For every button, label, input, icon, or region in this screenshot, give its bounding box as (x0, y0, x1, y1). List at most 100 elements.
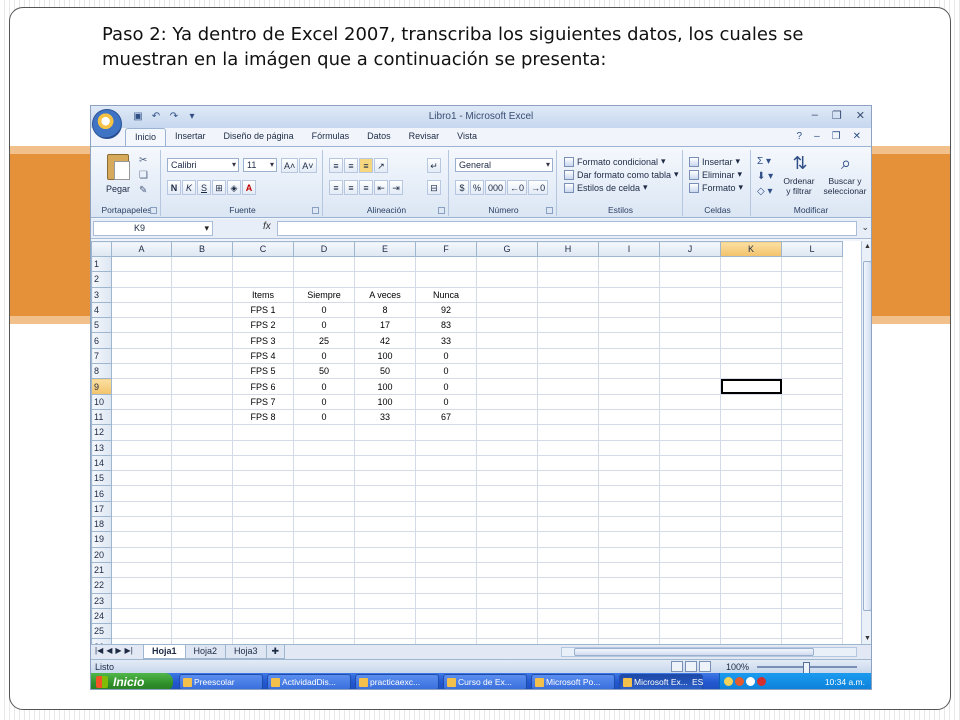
first-sheet-icon[interactable]: |◀ (95, 646, 103, 655)
cell-l21[interactable] (781, 561, 843, 579)
cell-g5[interactable] (476, 317, 538, 334)
cell-d19[interactable] (293, 531, 355, 548)
cell-d5[interactable]: 0 (293, 317, 355, 334)
cell-c12[interactable] (232, 424, 294, 441)
cell-f13[interactable] (415, 439, 477, 456)
taskbar-item[interactable]: Curso de Ex... (443, 674, 527, 689)
cell-a21[interactable] (111, 561, 172, 579)
cell-e9[interactable]: 100 (354, 378, 416, 395)
tray-app-icon[interactable] (724, 677, 733, 686)
cell-h15[interactable] (537, 470, 599, 487)
cell-e18[interactable] (354, 516, 416, 533)
tab-diseno-pagina[interactable]: Diseño de página (215, 128, 303, 146)
cell-h16[interactable] (537, 485, 599, 502)
taskbar-item[interactable]: Preescolar (179, 674, 263, 689)
row-header[interactable]: 23 (91, 592, 112, 609)
cell-i7[interactable] (598, 347, 660, 365)
cell-j24[interactable] (659, 607, 721, 625)
cell-c9[interactable]: FPS 6 (232, 378, 294, 395)
column-header-d[interactable]: D (293, 241, 355, 257)
cell-f24[interactable] (415, 607, 477, 625)
row-header[interactable]: 10 (91, 393, 112, 410)
font-launcher-icon[interactable] (312, 207, 319, 214)
column-header-a[interactable]: A (111, 241, 172, 257)
delete-cells-button[interactable]: Eliminar ▾ (689, 169, 743, 180)
cell-k1[interactable] (720, 255, 782, 273)
sheet-tab-hoja2[interactable]: Hoja2 (184, 645, 227, 659)
cell-j14[interactable] (659, 454, 721, 472)
cell-e14[interactable] (354, 454, 416, 472)
expand-formula-bar-icon[interactable]: ⌄ (861, 222, 869, 233)
restore-icon[interactable]: ❐ (832, 109, 842, 122)
cell-a24[interactable] (111, 607, 172, 625)
cell-b7[interactable] (171, 347, 233, 365)
cell-c15[interactable] (232, 470, 294, 487)
column-header-h[interactable]: H (537, 241, 599, 257)
cell-f2[interactable] (415, 271, 477, 288)
cell-l24[interactable] (781, 607, 843, 625)
cell-g16[interactable] (476, 485, 538, 502)
cell-b19[interactable] (171, 531, 233, 548)
sheet-tab-hoja3[interactable]: Hoja3 (225, 645, 267, 659)
cell-e8[interactable]: 50 (354, 363, 416, 380)
cell-a7[interactable] (111, 347, 172, 365)
align-left-icon[interactable]: ≡ (329, 180, 343, 195)
cell-b22[interactable] (171, 577, 233, 594)
cell-j23[interactable] (659, 592, 721, 609)
cell-h3[interactable] (537, 286, 599, 303)
cell-b3[interactable] (171, 286, 233, 303)
cell-h20[interactable] (537, 546, 599, 563)
cell-k19[interactable] (720, 531, 782, 548)
last-sheet-icon[interactable]: ▶| (125, 646, 133, 655)
cell-d12[interactable] (293, 424, 355, 441)
cell-l20[interactable] (781, 546, 843, 563)
minimize-icon[interactable]: – (812, 109, 818, 122)
cell-d24[interactable] (293, 607, 355, 625)
row-header[interactable]: 2 (91, 271, 112, 288)
alignment-launcher-icon[interactable] (438, 207, 445, 214)
row-header[interactable]: 18 (91, 516, 112, 533)
start-button[interactable]: Inicio (91, 673, 173, 689)
sheet-tab-hoja1[interactable]: Hoja1 (143, 645, 186, 659)
cell-a18[interactable] (111, 516, 172, 533)
cut-icon[interactable]: ✂ (139, 155, 148, 166)
increase-indent-icon[interactable]: ⇥ (389, 180, 403, 195)
workbook-close-icon[interactable]: ✕ (853, 131, 861, 142)
cell-f18[interactable] (415, 516, 477, 533)
cell-j5[interactable] (659, 317, 721, 334)
cell-k18[interactable] (720, 516, 782, 533)
cell-b14[interactable] (171, 454, 233, 472)
cell-e22[interactable] (354, 577, 416, 594)
cell-i4[interactable] (598, 301, 660, 319)
tray-app-icon[interactable] (757, 677, 766, 686)
cell-k22[interactable] (720, 577, 782, 594)
select-all-corner[interactable] (91, 241, 112, 257)
cell-c1[interactable] (232, 255, 294, 273)
cell-h22[interactable] (537, 577, 599, 594)
cell-e24[interactable] (354, 607, 416, 625)
cell-e2[interactable] (354, 271, 416, 288)
cell-e15[interactable] (354, 470, 416, 487)
cell-d14[interactable] (293, 454, 355, 472)
fill-color-icon[interactable]: ◈ (227, 180, 241, 195)
cell-k13[interactable] (720, 439, 782, 456)
cell-b6[interactable] (171, 332, 233, 349)
cell-e13[interactable] (354, 439, 416, 456)
row-header[interactable]: 19 (91, 531, 112, 548)
close-icon[interactable]: ✕ (856, 109, 865, 122)
cell-g19[interactable] (476, 531, 538, 548)
cell-i6[interactable] (598, 332, 660, 349)
cell-i9[interactable] (598, 378, 660, 395)
cell-c8[interactable]: FPS 5 (232, 363, 294, 380)
cell-d6[interactable]: 25 (293, 332, 355, 349)
taskbar-item[interactable]: practicaexc... (355, 674, 439, 689)
number-format-select[interactable]: General (455, 158, 553, 172)
underline-icon[interactable]: S (197, 180, 211, 195)
cell-e5[interactable]: 17 (354, 317, 416, 334)
cell-l8[interactable] (781, 363, 843, 380)
zoom-level[interactable]: 100% (726, 662, 749, 672)
cell-c5[interactable]: FPS 2 (232, 317, 294, 334)
cell-k2[interactable] (720, 271, 782, 288)
cell-a10[interactable] (111, 393, 172, 410)
row-header[interactable]: 9 (91, 378, 112, 395)
